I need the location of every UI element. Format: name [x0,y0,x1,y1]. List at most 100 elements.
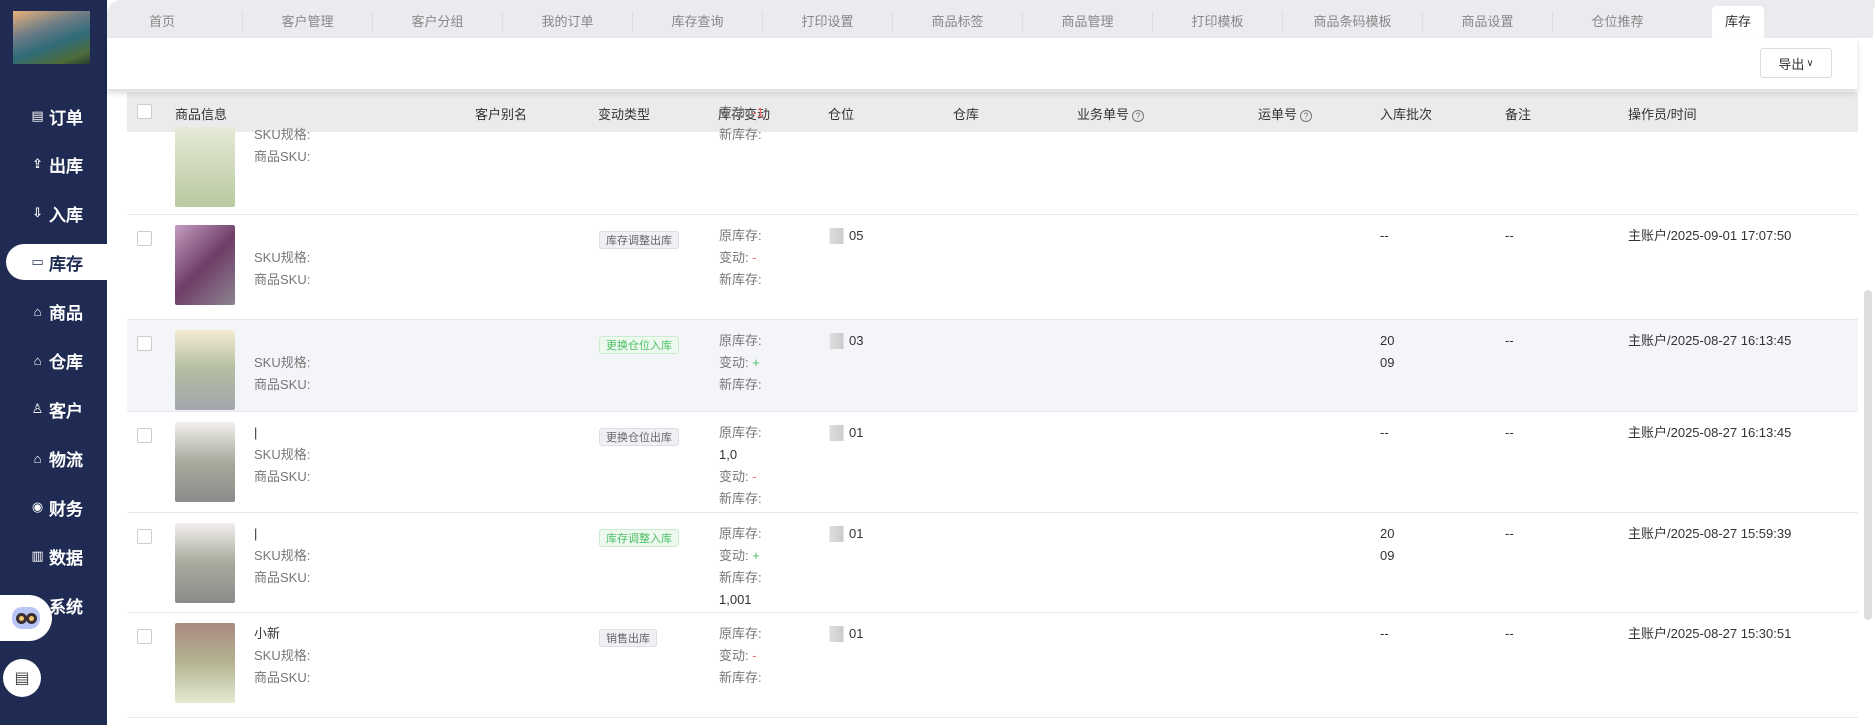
sidebar: ▤订单⇪出库⇩入库▭库存⌂商品⌂仓库♙客户⌂物流◉财务▥数据⚙系统 ▤ [0,0,107,725]
column-header-label: 变动类型 [598,107,651,122]
sidebar-item-7[interactable]: ⌂ 物流 [0,440,107,476]
scrollbar[interactable] [1864,290,1872,620]
tab-bar: 库存 仓位推荐 商品设置 商品条码模板 打印模板 商品管理 商品标签 打印设置 库存查询 我的订单… [107,0,1875,38]
tab-5[interactable]: 打印设置 [762,12,892,32]
change-label: 变动: - [719,247,757,269]
change-label: 变动: + [719,352,760,374]
sidebar-item-label: 财务 [49,499,83,519]
column-header-label: 客户别名 [475,107,528,122]
bag-icon: ⌂ [33,303,42,319]
sidebar-item-8[interactable]: ◉ 财务 [0,489,107,525]
sidebar-item-label: 入库 [49,205,83,225]
operator-time: 主账户/2025-08-27 15:30:51 [1628,626,1792,641]
change-value: - [752,469,757,484]
sidebar-item-label: 库存 [49,254,83,274]
batch-value: 20 09 [1380,526,1395,563]
column-header-label: 商品信息 [175,107,228,122]
tab-2[interactable]: 客户分组 [372,12,502,32]
column-header-label: 仓库 [953,107,980,122]
column-header: 备注 [1505,104,1531,123]
sidebar-item-2[interactable]: ⇩ 入库 [0,195,107,231]
select-all-checkbox[interactable] [137,104,152,119]
row-checkbox[interactable] [137,336,152,351]
change-type-badge: 更换仓位入库 [599,336,679,354]
sidebar-item-1[interactable]: ⇪ 出库 [0,146,107,182]
change-label: 变动: - [719,645,757,667]
house-icon: ⌂ [33,352,42,368]
sidebar-item-0[interactable]: ▤ 订单 [0,98,107,134]
remark-value: -- [1505,526,1514,541]
change-label: 变动: + [719,545,760,567]
column-header: 变动类型 [598,104,650,123]
location-value: 01 [829,623,864,645]
batch-value: -- [1380,626,1389,641]
sku-spec-label: SKU规格: [254,127,311,142]
change-value: + [752,355,760,370]
tab-6[interactable]: 商品标签 [892,12,1022,32]
change-value: - [752,648,757,663]
row-checkbox[interactable] [137,231,152,246]
product-image [175,623,235,703]
column-header: 运单号? [1258,104,1313,123]
location-value: 01 [829,523,864,545]
tab-10[interactable]: 商品设置 [1422,12,1552,32]
chevron-down-icon: ∨ [1806,57,1814,69]
tab-1[interactable]: 客户管理 [242,12,372,32]
new-stock-label: 新库存: [719,272,762,287]
tab-0[interactable]: 首页 [127,12,197,32]
table-row: SKU规格: 商品SKU: 变动: -1 新库存: [127,105,1858,215]
change-label-text: 变动: [719,250,749,265]
row-checkbox[interactable] [137,629,152,644]
remark-value: -- [1505,626,1514,641]
tab-9[interactable]: 商品条码模板 [1282,12,1422,32]
tab-7[interactable]: 商品管理 [1022,12,1152,32]
column-header-label: 仓位 [828,107,855,122]
sidebar-item-label: 仓库 [49,352,83,372]
column-header: 客户别名 [475,104,527,123]
help-icon[interactable]: ? [1300,110,1313,122]
sidebar-item-label: 物流 [49,450,83,470]
column-header: 仓位 [828,104,854,123]
chart-icon: ▥ [31,548,44,563]
tab-11[interactable]: 仓位推荐 [1552,12,1682,32]
column-header-label: 操作员/时间 [1628,107,1697,122]
column-header-label: 业务单号 [1077,107,1130,122]
table-row: | SKU规格: 商品SKU: 库存调整入库 原库存: 变动: + 新库存: 1,001 01 2… [127,513,1858,613]
column-header-label: 入库批次 [1380,107,1433,122]
location-value: 05 [829,225,864,247]
new-stock-label: 新库存: [719,670,762,685]
row-checkbox[interactable] [137,529,152,544]
table-row: 小新 SKU规格: 商品SKU: 销售出库 原库存: 变动: - 新库存: 01 -- -- 主账户… [127,613,1858,718]
notes-button[interactable]: ▤ [3,659,41,697]
product-sku-label: 商品SKU: [254,670,311,685]
help-icon[interactable]: ? [1132,110,1145,122]
remark-value: -- [1505,425,1514,440]
product-sku-label: 商品SKU: [254,272,311,287]
tab-3[interactable]: 我的订单 [502,12,632,32]
tab-8[interactable]: 打印模板 [1152,12,1282,32]
row-checkbox[interactable] [137,428,152,443]
change-type-badge: 销售出库 [599,629,657,647]
new-stock-label: 新库存: [719,570,762,585]
house-icon: ⌂ [33,450,42,466]
sidebar-item-9[interactable]: ▥ 数据 [0,538,107,574]
new-stock-value: 1,001 [719,592,752,607]
change-label-text: 变动: [719,105,749,120]
change-type-badge: 更换仓位出库 [599,428,679,446]
sidebar-item-3[interactable]: ▭ 库存 [6,244,107,280]
tab-12[interactable]: 库存 [1712,6,1764,38]
tab-4[interactable]: 库存查询 [632,12,762,32]
export-button[interactable]: 导出 ∨ [1760,48,1832,78]
sidebar-item-4[interactable]: ⌂ 商品 [0,293,107,329]
assistant-robot-button[interactable] [0,595,52,641]
orig-stock-label: 原库存: [719,626,762,641]
remark-value: -- [1505,228,1514,243]
toolbar: 导出 ∨ [107,38,1857,89]
table-row: | SKU规格: 商品SKU: 更换仓位出库 原库存: 1,0 变动: - 新库存: 01 -- -… [127,412,1858,513]
finance-icon: ◉ [31,499,44,514]
operator-time: 主账户/2025-08-27 15:59:39 [1628,526,1792,541]
change-label: 变动: - [719,466,757,488]
user-icon: ♙ [31,401,44,416]
sidebar-item-6[interactable]: ♙ 客户 [0,391,107,427]
sidebar-item-5[interactable]: ⌂ 仓库 [0,342,107,378]
